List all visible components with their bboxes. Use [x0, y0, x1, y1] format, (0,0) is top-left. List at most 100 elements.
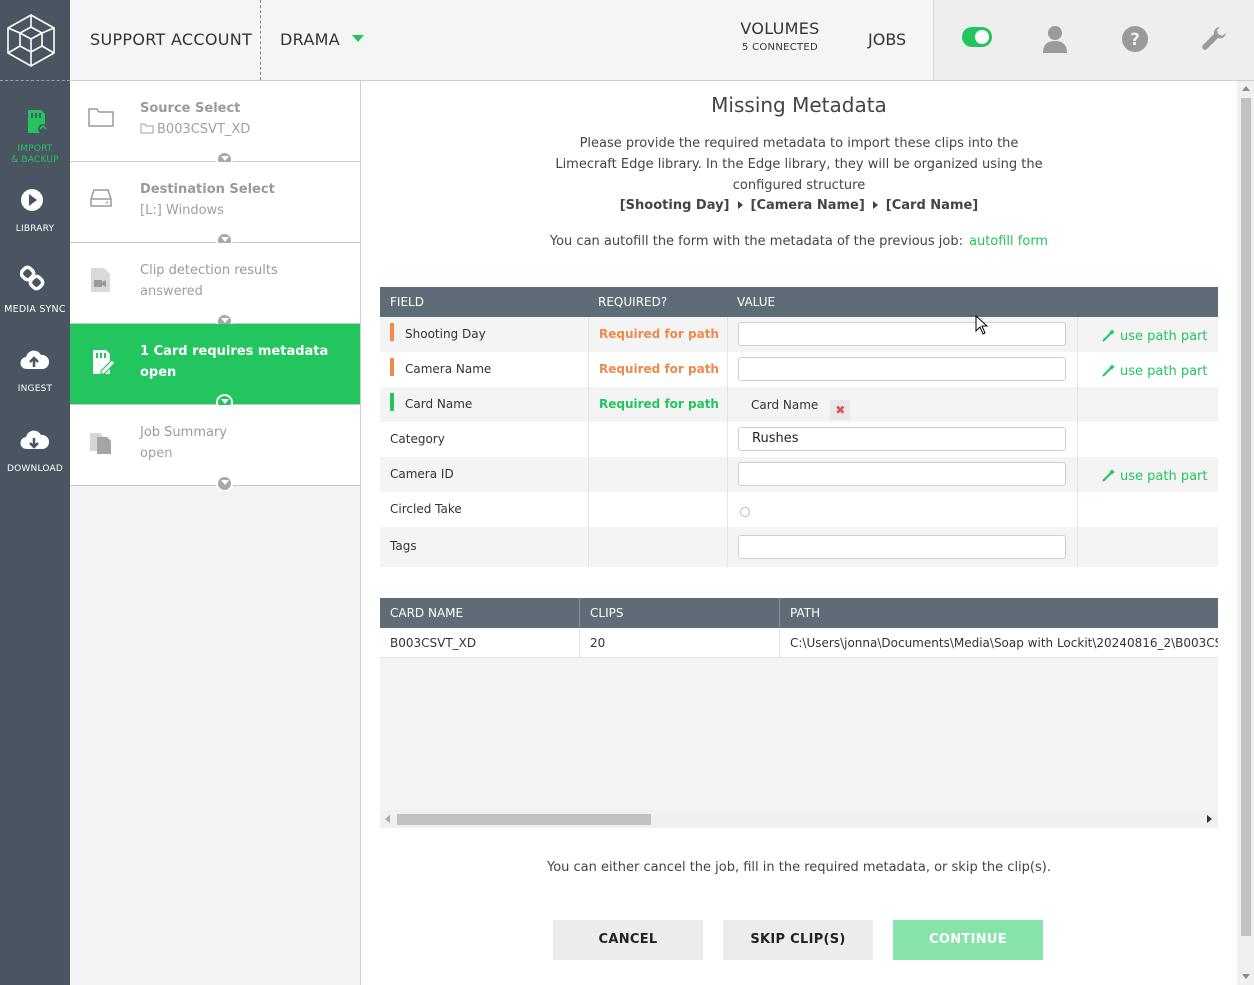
required-label: Required for path — [599, 397, 719, 411]
step-source-select[interactable]: Source Select B003CSVT_XD — [70, 81, 360, 162]
continue-button[interactable]: CONTINUE — [893, 920, 1043, 960]
card-name-cell: B003CSVT_XD — [390, 636, 477, 650]
main-panel: Missing Metadata Please provide the requ… — [361, 81, 1237, 985]
use-path-part-button[interactable]: use path part — [1102, 328, 1208, 344]
sidebar-item-media-sync[interactable]: MEDIA SYNC — [0, 261, 70, 341]
step-sub: open — [140, 365, 177, 380]
status-bar — [390, 393, 394, 411]
table-row: Circled Take — [380, 492, 1218, 527]
clips-cell: 20 — [590, 636, 606, 650]
project-selector[interactable]: DRAMA — [280, 0, 364, 80]
scroll-right-icon[interactable] — [1207, 815, 1212, 823]
step-title: Clip detection results — [140, 263, 278, 278]
wrench-icon[interactable] — [1200, 25, 1228, 53]
card-table-header: CARD NAME CLIPS PATH — [380, 598, 1218, 628]
play-icon — [21, 189, 43, 211]
account-selector[interactable]: SUPPORT ACCOUNT — [70, 0, 261, 80]
tags-input[interactable] — [738, 535, 1066, 559]
step-card-metadata[interactable]: 1 Card requires metadata open — [70, 324, 360, 405]
scroll-up-icon[interactable] — [1242, 86, 1250, 91]
drive-icon — [90, 189, 112, 207]
table-row: Category Rushes — [380, 422, 1218, 457]
skip-clips-button[interactable]: SKIP CLIP(S) — [723, 920, 873, 960]
volumes-title: VOLUMES — [740, 19, 820, 38]
arrow-right-icon — [737, 201, 743, 209]
scrollbar-thumb[interactable] — [1241, 98, 1251, 936]
column-header: REQUIRED? — [598, 295, 668, 309]
sd-card-icon — [28, 110, 48, 134]
top-header: SUPPORT ACCOUNT DRAMA VOLUMES 5 CONNECTE… — [0, 0, 1254, 81]
column-header: PATH — [790, 606, 821, 620]
table-row: Tags — [380, 527, 1218, 567]
metadata-table: FIELD REQUIRED? VALUE Shooting Day Requi… — [380, 287, 1218, 567]
link-icon — [20, 265, 45, 291]
column-header: FIELD — [390, 295, 424, 309]
sidebar-item-ingest[interactable]: INGEST — [0, 341, 70, 421]
sidebar-item-download[interactable]: DOWNLOAD — [0, 421, 70, 501]
jobs-menu[interactable]: JOBS — [868, 0, 906, 80]
sidebar-label: & BACKUP — [11, 155, 59, 165]
circled-take-checkbox[interactable] — [740, 507, 750, 517]
card-name-chip: Card Name ✖ — [751, 398, 851, 420]
path-cell: C:\Users\jonna\Documents\Media\Soap with… — [790, 636, 1218, 650]
step-title: Job Summary — [140, 425, 227, 440]
sidebar-label: INGEST — [17, 384, 53, 394]
sidebar-label: DOWNLOAD — [7, 464, 63, 474]
sidebar-item-library[interactable]: LIBRARY — [0, 181, 70, 261]
field-name: Camera Name — [405, 362, 492, 376]
table-row: Card Name Required for path Card Name ✖ — [380, 387, 1218, 422]
step-title: Destination Select — [140, 182, 275, 197]
magic-wand-icon — [1102, 329, 1115, 342]
shooting-day-input[interactable] — [738, 322, 1066, 346]
path-structure: [Shooting Day] [Camera Name] [Card Name] — [361, 198, 1237, 213]
table-row[interactable]: B003CSVT_XD 20 C:\Users\jonna\Documents\… — [380, 628, 1218, 658]
cube-logo-icon — [7, 14, 55, 67]
app-logo[interactable] — [0, 0, 70, 81]
scroll-down-icon[interactable] — [1242, 974, 1250, 979]
step-destination-select[interactable]: Destination Select [L:] Windows — [70, 162, 360, 243]
page-description: Please provide the required metadata to … — [555, 136, 1043, 193]
video-file-icon — [91, 268, 110, 292]
step-job-summary[interactable]: Job Summary open — [70, 405, 360, 486]
scrollbar-thumb[interactable] — [397, 814, 651, 825]
folder-small-icon — [140, 123, 154, 134]
required-label: Required for path — [599, 362, 719, 376]
required-label: Required for path — [599, 327, 719, 341]
magic-wand-icon — [1102, 469, 1115, 482]
camera-name-input[interactable] — [738, 357, 1066, 381]
vertical-scrollbar[interactable] — [1237, 81, 1254, 985]
sidebar-label: IMPORT — [17, 144, 53, 154]
camera-id-input[interactable] — [738, 462, 1066, 486]
autofill-hint: You can autofill the form with the metad… — [361, 234, 1237, 249]
user-icon[interactable] — [1042, 24, 1068, 54]
header-actions: ? — [933, 0, 1254, 80]
step-sub-text: B003CSVT_XD — [157, 122, 251, 137]
use-path-part-button[interactable]: use path part — [1102, 468, 1208, 484]
metadata-table-header: FIELD REQUIRED? VALUE — [380, 287, 1218, 317]
cancel-button[interactable]: CANCEL — [553, 920, 703, 960]
use-path-part-label: use path part — [1120, 364, 1208, 379]
scroll-left-icon[interactable] — [385, 815, 390, 823]
sidebar-item-import-backup[interactable]: IMPORT & BACKUP — [0, 101, 70, 171]
caret-down-icon — [351, 35, 364, 42]
online-toggle[interactable] — [962, 27, 992, 47]
sidebar-label: MEDIA SYNC — [4, 304, 66, 315]
step-sub: [L:] Windows — [140, 203, 224, 218]
field-name: Tags — [390, 539, 417, 553]
volumes-menu[interactable]: VOLUMES 5 CONNECTED — [730, 19, 830, 53]
field-name: Shooting Day — [405, 327, 486, 341]
step-title: Source Select — [140, 101, 241, 116]
autofill-link[interactable]: autofill form — [969, 234, 1048, 249]
footer-hint: You can either cancel the job, fill in t… — [547, 860, 1051, 875]
step-clip-detection[interactable]: Clip detection results answered — [70, 243, 360, 324]
help-icon[interactable]: ? — [1121, 25, 1149, 53]
horizontal-scrollbar[interactable] — [380, 810, 1218, 828]
remove-icon[interactable]: ✖ — [830, 400, 851, 420]
category-input[interactable]: Rushes — [738, 427, 1066, 451]
structure-part: [Camera Name] — [750, 198, 865, 213]
use-path-part-button[interactable]: use path part — [1102, 363, 1208, 379]
table-row: Camera ID use path part — [380, 457, 1218, 492]
status-bar — [390, 358, 394, 376]
use-path-part-label: use path part — [1120, 329, 1208, 344]
main-sidebar: IMPORT & BACKUP LIBRARY MEDIA SYNC INGES… — [0, 81, 70, 985]
